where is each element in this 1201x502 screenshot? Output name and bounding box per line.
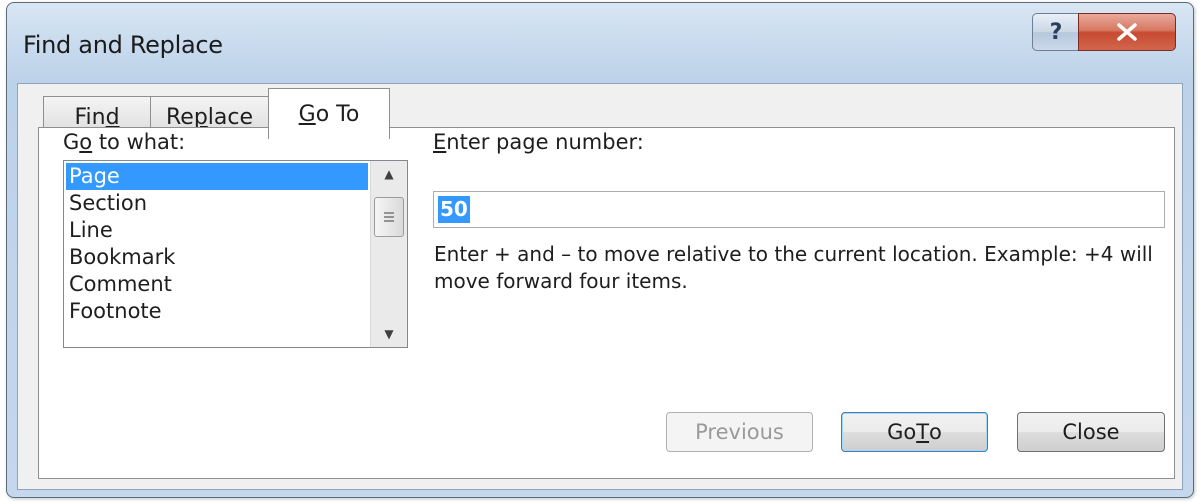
page-number-input[interactable]: 50 xyxy=(433,191,1165,228)
scroll-up-arrow-icon[interactable]: ▲ xyxy=(371,161,407,187)
enter-page-number-label: Enter page number: xyxy=(433,130,644,154)
list-item-section[interactable]: Section xyxy=(66,190,368,217)
help-button[interactable]: ? xyxy=(1032,13,1080,51)
close-window-button[interactable] xyxy=(1078,13,1176,51)
list-item-comment[interactable]: Comment xyxy=(66,271,368,298)
relative-location-hint: Enter + and – to move relative to the cu… xyxy=(434,242,1153,293)
grip-icon xyxy=(384,212,394,222)
find-replace-dialog: Find and Replace ? Find Replace Go To Go… xyxy=(6,2,1194,498)
listbox-scrollbar[interactable]: ▲ ▼ xyxy=(370,161,407,347)
dialog-body: Find Replace Go To Go to what: Page Sect… xyxy=(17,83,1183,490)
list-item-page[interactable]: Page xyxy=(66,163,368,190)
help-icon: ? xyxy=(1049,19,1063,45)
title-bar[interactable]: Find and Replace ? xyxy=(7,3,1193,83)
tab-find-label: Find xyxy=(74,104,120,130)
go-to-what-listbox[interactable]: Page Section Line Bookmark Comment Footn… xyxy=(63,160,408,348)
tab-go-to[interactable]: Go To xyxy=(268,88,390,139)
previous-button[interactable]: Previous xyxy=(666,412,813,452)
list-item-bookmark[interactable]: Bookmark xyxy=(66,244,368,271)
scroll-thumb[interactable] xyxy=(374,197,404,237)
tab-replace-label: Replace xyxy=(165,104,254,130)
list-item-line[interactable]: Line xyxy=(66,217,368,244)
dialog-title: Find and Replace xyxy=(23,31,223,59)
page-number-value: 50 xyxy=(438,196,470,223)
scroll-down-arrow-icon[interactable]: ▼ xyxy=(371,321,407,347)
close-button[interactable]: Close xyxy=(1017,412,1165,452)
tab-go-to-label: Go To xyxy=(298,101,360,127)
go-to-button[interactable]: Go To xyxy=(841,412,988,452)
go-to-what-label: Go to what: xyxy=(63,130,186,154)
close-icon xyxy=(1117,23,1137,41)
list-item-footnote[interactable]: Footnote xyxy=(66,298,368,325)
go-to-panel: Go to what: Page Section Line Bookmark C… xyxy=(38,127,1175,479)
